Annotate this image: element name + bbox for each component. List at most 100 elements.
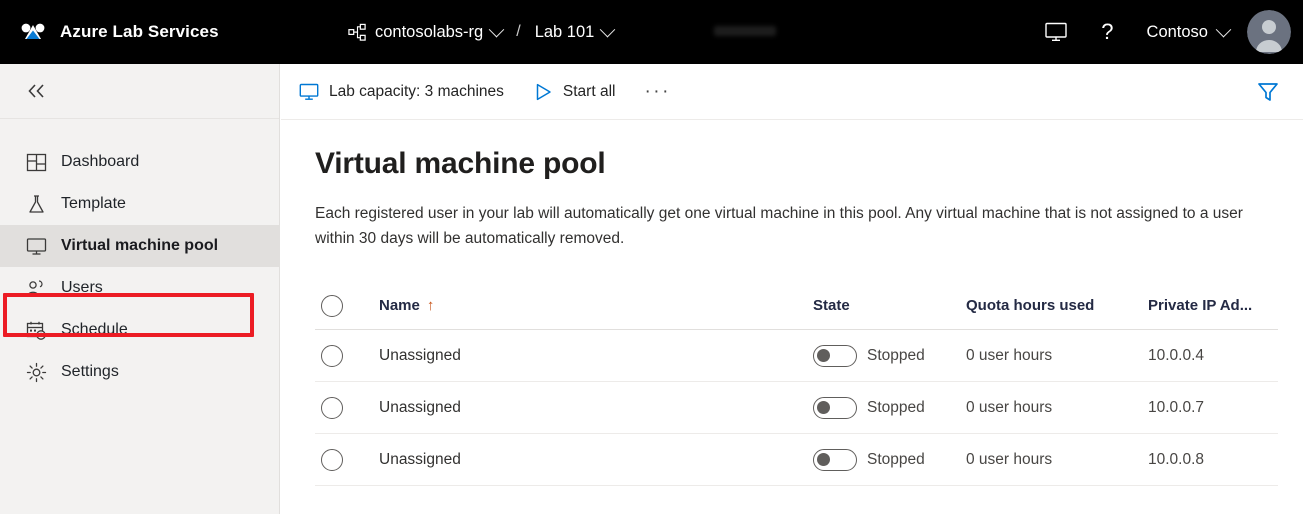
sidebar-item-label: Dashboard (61, 153, 140, 170)
row-checkbox[interactable] (321, 448, 343, 471)
sidebar-item-virtual-machine-pool[interactable]: Virtual machine pool (0, 225, 279, 267)
column-header-label: Private IP Ad... (1148, 297, 1253, 314)
breadcrumb-resource-group[interactable]: contosolabs-rg (375, 23, 483, 42)
tenant-chevron-down-icon (1215, 21, 1232, 37)
table-row[interactable]: Unassigned Stopped 0 user hours 10.0.0.8 (315, 434, 1278, 486)
sidebar-item-label: Schedule (61, 321, 128, 338)
table-header-row: Name ↑ State Quota hours used Private IP… (315, 282, 1278, 330)
command-bar: Lab capacity: 3 machines Start all ··· (281, 64, 1303, 120)
page-title: Virtual machine pool (315, 147, 606, 180)
vm-power-toggle[interactable] (813, 344, 857, 367)
ellipsis-icon: ··· (644, 80, 671, 102)
sidebar-item-label: Settings (61, 363, 119, 380)
state-label: Stopped (867, 346, 925, 364)
monitor-icon (299, 83, 319, 100)
cell-state: Stopped (813, 396, 966, 419)
breadcrumb: contosolabs-rg / Lab 101 (348, 0, 616, 64)
virtual-machines-table: Name ↑ State Quota hours used Private IP… (315, 282, 1278, 486)
start-all-label: Start all (562, 82, 616, 100)
more-commands-button[interactable]: ··· (633, 72, 681, 112)
toggle-knob (817, 348, 830, 362)
dashboard-grid-icon (26, 153, 47, 171)
header-actions: ? Contoso (1028, 0, 1303, 64)
column-header-label: Name (379, 297, 420, 314)
cell-quota-hours-used: 0 user hours (966, 346, 1053, 364)
main-content-pane: Virtual machine pool Each registered use… (281, 121, 1303, 514)
sidebar-nav-list: Dashboard Template Virtual machine pool (0, 119, 279, 393)
resource-group-icon (348, 23, 366, 41)
breadcrumb-lab[interactable]: Lab 101 (535, 23, 595, 42)
column-header-name[interactable]: Name ↑ (379, 297, 813, 314)
sidebar-item-label: Virtual machine pool (61, 237, 219, 254)
double-chevron-left-icon (28, 84, 44, 98)
cell-private-ip: 10.0.0.4 (1148, 346, 1205, 364)
question-mark-icon: ? (1101, 19, 1114, 44)
sidebar-item-schedule[interactable]: Schedule (0, 309, 279, 351)
azure-lab-services-logo-icon (21, 23, 45, 39)
vm-power-toggle[interactable] (813, 448, 857, 471)
start-all-button[interactable]: Start all (522, 72, 627, 112)
row-checkbox[interactable] (321, 344, 343, 367)
column-header-label: Quota hours used (966, 297, 1095, 314)
toggle-knob (817, 400, 830, 414)
people-icon (27, 279, 43, 296)
top-header-bar: Azure Lab Services contosolabs-rg / Lab … (0, 0, 1303, 64)
row-select-cell (315, 396, 379, 419)
brand-title: Azure Lab Services (60, 22, 219, 41)
breadcrumb-resource-chevron-down-icon[interactable] (488, 21, 505, 37)
cell-name: Unassigned (379, 398, 461, 416)
tenant-name: Contoso (1146, 22, 1208, 41)
page-description: Each registered user in your lab will au… (315, 205, 1243, 247)
cell-private-ip: 10.0.0.8 (1148, 450, 1205, 468)
cell-name: Unassigned (379, 450, 461, 468)
collapse-sidebar-button[interactable] (0, 64, 279, 118)
breadcrumb-separator: / (516, 23, 521, 40)
gear-icon (26, 362, 47, 382)
vm-power-toggle[interactable] (813, 396, 857, 419)
breadcrumb-lab-chevron-down-icon[interactable] (600, 21, 616, 37)
azure-lab-services-page: Azure Lab Services contosolabs-rg / Lab … (0, 0, 1303, 514)
row-select-cell (315, 448, 379, 471)
column-header-state[interactable]: State (813, 297, 966, 314)
sidebar-item-label: Users (61, 279, 103, 296)
column-header-quota-hours-used[interactable]: Quota hours used (966, 297, 1148, 314)
column-header-private-ip-address[interactable]: Private IP Ad... (1148, 297, 1278, 314)
sidebar-item-template[interactable]: Template (0, 183, 279, 225)
lab-capacity-button[interactable]: Lab capacity: 3 machines (288, 72, 515, 112)
select-all-checkbox[interactable] (321, 294, 343, 317)
cell-quota-hours-used: 0 user hours (966, 398, 1053, 416)
cloud-shell-button[interactable] (1028, 0, 1084, 64)
user-avatar-icon[interactable] (1247, 10, 1291, 54)
help-button[interactable]: ? (1084, 0, 1130, 64)
cell-private-ip: 10.0.0.7 (1148, 398, 1205, 416)
sidebar-item-users[interactable]: Users (0, 267, 279, 309)
table-row[interactable]: Unassigned Stopped 0 user hours 10.0.0.7 (315, 382, 1278, 434)
monitor-icon (26, 237, 47, 255)
lab-capacity-label: Lab capacity: 3 machines (329, 82, 504, 100)
tenant-selector[interactable]: Contoso (1131, 0, 1243, 64)
row-select-cell (315, 344, 379, 367)
cell-state: Stopped (813, 344, 966, 367)
cell-quota-hours-used: 0 user hours (966, 450, 1053, 468)
column-header-label: State (813, 297, 850, 314)
sidebar-item-settings[interactable]: Settings (0, 351, 279, 393)
state-label: Stopped (867, 398, 925, 416)
sort-ascending-icon: ↑ (426, 297, 435, 314)
cell-name: Unassigned (379, 346, 461, 364)
play-triangle-icon (536, 83, 551, 100)
row-checkbox[interactable] (321, 396, 343, 419)
redacted-text-block (714, 26, 776, 36)
flask-icon (29, 194, 44, 213)
sidebar-item-dashboard[interactable]: Dashboard (0, 141, 279, 183)
brand-home-link[interactable]: Azure Lab Services (18, 17, 219, 47)
filter-funnel-icon[interactable] (1255, 80, 1281, 104)
monitor-icon (1045, 22, 1067, 41)
toggle-knob (817, 452, 830, 466)
cell-state: Stopped (813, 448, 966, 471)
calendar-clock-icon (26, 321, 46, 340)
left-navigation-sidebar: Dashboard Template Virtual machine pool (0, 64, 280, 514)
sidebar-item-label: Template (61, 195, 126, 212)
table-row[interactable]: Unassigned Stopped 0 user hours 10.0.0.4 (315, 330, 1278, 382)
select-all-cell (315, 294, 379, 317)
state-label: Stopped (867, 450, 925, 468)
